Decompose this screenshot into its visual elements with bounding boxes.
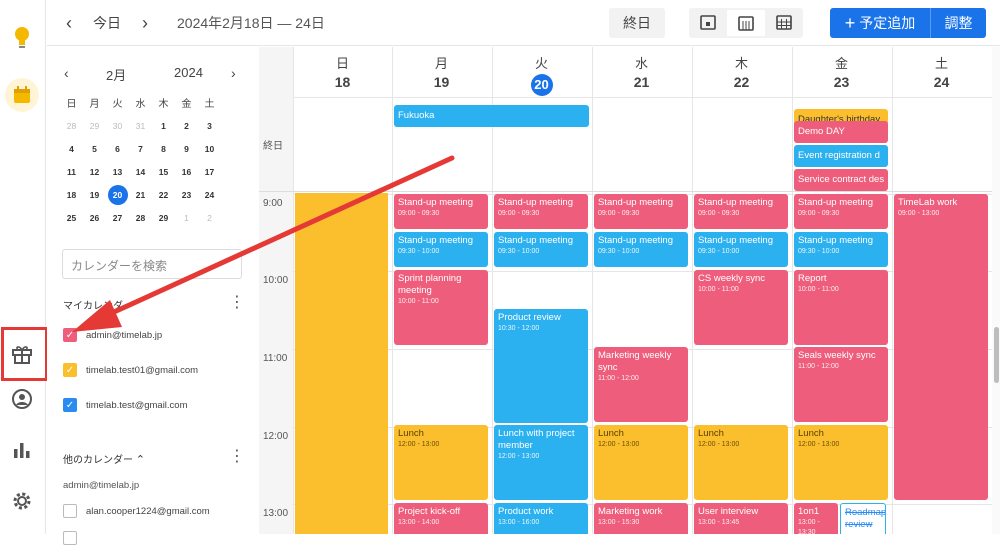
arrow-annotation [72,155,455,332]
